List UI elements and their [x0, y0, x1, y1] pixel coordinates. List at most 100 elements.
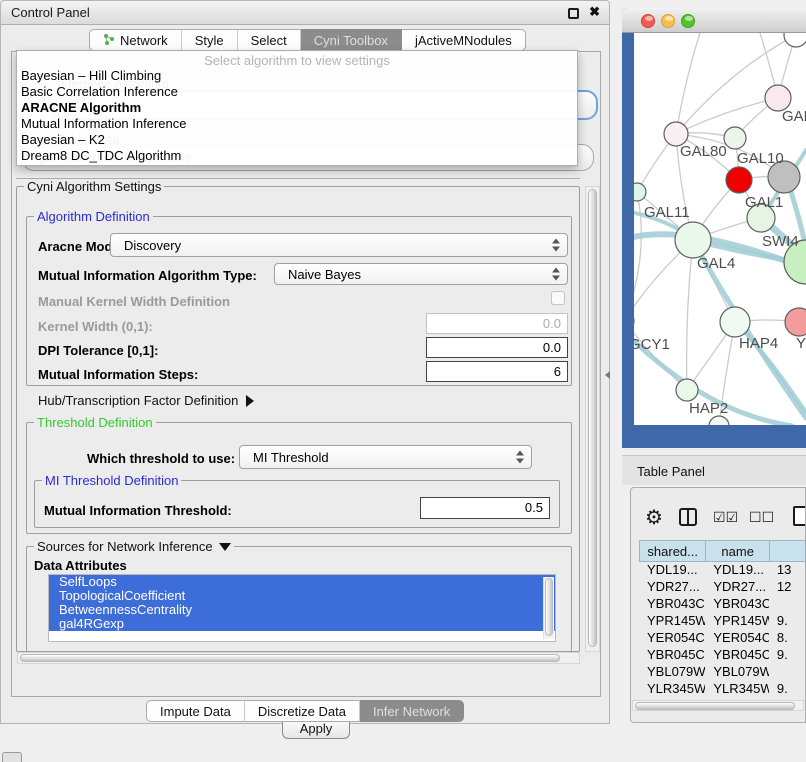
- kernel-width-field[interactable]: 0.0: [426, 313, 568, 334]
- table-cell: 9.: [769, 613, 806, 630]
- network-node[interactable]: [709, 416, 729, 425]
- manual-kernel-checkbox[interactable]: [551, 291, 565, 305]
- dpi-tolerance-field[interactable]: 0.0: [426, 337, 568, 358]
- table-row[interactable]: YPR145WYPR145W9.: [639, 613, 806, 630]
- settings-vscrollbar[interactable]: [585, 186, 600, 652]
- table-cell: 13: [769, 562, 806, 579]
- expand-right-icon: [246, 395, 254, 407]
- table-cell: YDL19...: [705, 562, 769, 579]
- table-panel-header: Table Panel: [622, 455, 806, 485]
- sources-legend[interactable]: Sources for Network Inference: [34, 539, 234, 554]
- table-header-row[interactable]: shared...name: [639, 540, 806, 562]
- tab-network[interactable]: Network: [89, 29, 182, 51]
- table-row[interactable]: YER054CYER054C8.: [639, 630, 806, 647]
- column-header[interactable]: name: [705, 540, 769, 562]
- grid-corner-icon[interactable]: [2, 752, 22, 762]
- minimize-traffic-light[interactable]: [661, 14, 675, 28]
- network-node[interactable]: [676, 379, 698, 401]
- network-node[interactable]: [785, 308, 806, 336]
- tab-impute-data[interactable]: Impute Data: [146, 700, 245, 722]
- table-row[interactable]: YBL079WYBL079W: [639, 664, 806, 681]
- which-threshold-combobox[interactable]: MI Threshold: [239, 445, 532, 469]
- network-graph[interactable]: GAL80GAL10GALGAL1GAL11SWI4GAL4GCY1HAP4YH…: [634, 33, 806, 425]
- dropdown-item[interactable]: Bayesian – Hill Climbing: [17, 68, 577, 84]
- network-node[interactable]: [726, 167, 752, 193]
- window-title: Control Panel: [11, 5, 90, 20]
- network-window-titlebar[interactable]: [622, 8, 806, 33]
- node-label: HAP2: [689, 400, 728, 417]
- control-panel-titlebar[interactable]: Control Panel ✖: [1, 1, 609, 25]
- table-cell: YBR045C: [705, 647, 769, 664]
- attribute-item[interactable]: BetweennessCentrality: [49, 603, 555, 617]
- tab-cyni-toolbox[interactable]: Cyni Toolbox: [301, 29, 402, 51]
- data-attributes-items: SelfLoopsTopologicalCoefficientBetweenne…: [49, 575, 555, 631]
- desktop: Control Panel ✖ NetworkStyleSelectCyni T…: [0, 0, 806, 762]
- attribute-list-scrollbar[interactable]: [543, 577, 554, 639]
- zoom-traffic-light[interactable]: [681, 14, 695, 28]
- table-row[interactable]: YDR27...YDR27...12: [639, 579, 806, 596]
- network-node[interactable]: [634, 183, 646, 201]
- scrollbar-thumb[interactable]: [635, 702, 795, 710]
- tab-label: Impute Data: [160, 704, 231, 719]
- column-header[interactable]: [769, 540, 806, 562]
- manual-kernel-label: Manual Kernel Width Definition: [38, 294, 230, 309]
- close-icon[interactable]: ✖: [589, 4, 600, 20]
- network-node[interactable]: [675, 222, 711, 258]
- tab-style[interactable]: Style: [182, 29, 238, 51]
- mi-threshold-label: Mutual Information Threshold:: [44, 503, 232, 518]
- table-row[interactable]: YLR345WYLR345W9.: [639, 681, 806, 698]
- table-row[interactable]: YBR043CYBR043C: [639, 596, 806, 613]
- mi-steps-field[interactable]: 6: [426, 361, 568, 382]
- table-panel: ⚙ ☑☑ ☐☐ shared...name YDL19...YDL19...13…: [630, 487, 806, 723]
- kernel-width-label: Kernel Width (0,1):: [38, 319, 153, 334]
- dropdown-item[interactable]: Dream8 DC_TDC Algorithm: [17, 148, 577, 164]
- panel-resize-arrow-icon[interactable]: [605, 371, 610, 379]
- stepper-icon: [516, 451, 524, 464]
- network-edge[interactable]: [687, 240, 693, 390]
- network-canvas[interactable]: GAL80GAL10GALGAL1GAL11SWI4GAL4GCY1HAP4YH…: [634, 33, 806, 425]
- mi-type-value: Naive Bayes: [288, 267, 361, 282]
- attribute-item[interactable]: TopologicalCoefficient: [49, 589, 555, 603]
- table-panel-title: Table Panel: [637, 464, 705, 479]
- float-window-icon[interactable]: [568, 8, 579, 19]
- mi-threshold-field[interactable]: 0.5: [420, 497, 550, 519]
- tab-jactivemnodules[interactable]: jActiveMNodules: [402, 29, 526, 51]
- select-all-checks-icon[interactable]: ☑☑: [713, 509, 738, 526]
- scrollbar-thumb[interactable]: [20, 654, 560, 662]
- dropdown-item[interactable]: Basic Correlation Inference: [17, 84, 577, 100]
- network-node[interactable]: [720, 307, 750, 337]
- aracne-mode-combobox[interactable]: Discovery: [110, 233, 568, 257]
- tab-label: Infer Network: [373, 704, 450, 719]
- hub-definition-toggle[interactable]: Hub/Transcription Factor Definition: [38, 393, 254, 408]
- attribute-item[interactable]: SelfLoops: [49, 575, 555, 589]
- tab-select[interactable]: Select: [238, 29, 301, 51]
- attribute-item[interactable]: gal4RGexp: [49, 617, 555, 631]
- dropdown-item[interactable]: ARACNE Algorithm: [17, 100, 577, 116]
- node-table[interactable]: shared...name YDL19...YDL19...13YDR27...…: [639, 540, 806, 700]
- split-columns-icon[interactable]: [679, 508, 697, 526]
- close-traffic-light[interactable]: [641, 14, 655, 28]
- network-node[interactable]: [784, 33, 806, 47]
- data-attributes-label: Data Attributes: [34, 558, 127, 573]
- network-edge[interactable]: [676, 33, 700, 134]
- mi-type-combobox[interactable]: Naive Bayes: [274, 263, 568, 285]
- table-cell: YLR345W: [705, 681, 769, 698]
- table-cell: YDR27...: [705, 579, 769, 596]
- data-attributes-list[interactable]: SelfLoopsTopologicalCoefficientBetweenne…: [48, 574, 556, 642]
- column-header[interactable]: shared...: [639, 540, 705, 562]
- settings-hscrollbar[interactable]: [17, 652, 580, 664]
- new-table-icon[interactable]: [793, 506, 806, 526]
- table-row[interactable]: YDL19...YDL19...13: [639, 562, 806, 579]
- stepper-icon: [552, 239, 560, 252]
- gear-icon[interactable]: ⚙: [645, 505, 663, 530]
- scrollbar-thumb[interactable]: [545, 578, 553, 636]
- network-node[interactable]: [724, 127, 746, 149]
- deselect-all-checks-icon[interactable]: ☐☐: [749, 509, 774, 526]
- dropdown-item[interactable]: Bayesian – K2: [17, 132, 577, 148]
- table-row[interactable]: YBR045CYBR045C9.: [639, 647, 806, 664]
- tab-infer-network[interactable]: Infer Network: [360, 700, 464, 722]
- scrollbar-thumb[interactable]: [588, 189, 597, 647]
- dropdown-item[interactable]: Mutual Information Inference: [17, 116, 577, 132]
- table-hscrollbar[interactable]: [632, 700, 804, 711]
- tab-discretize-data[interactable]: Discretize Data: [245, 700, 360, 722]
